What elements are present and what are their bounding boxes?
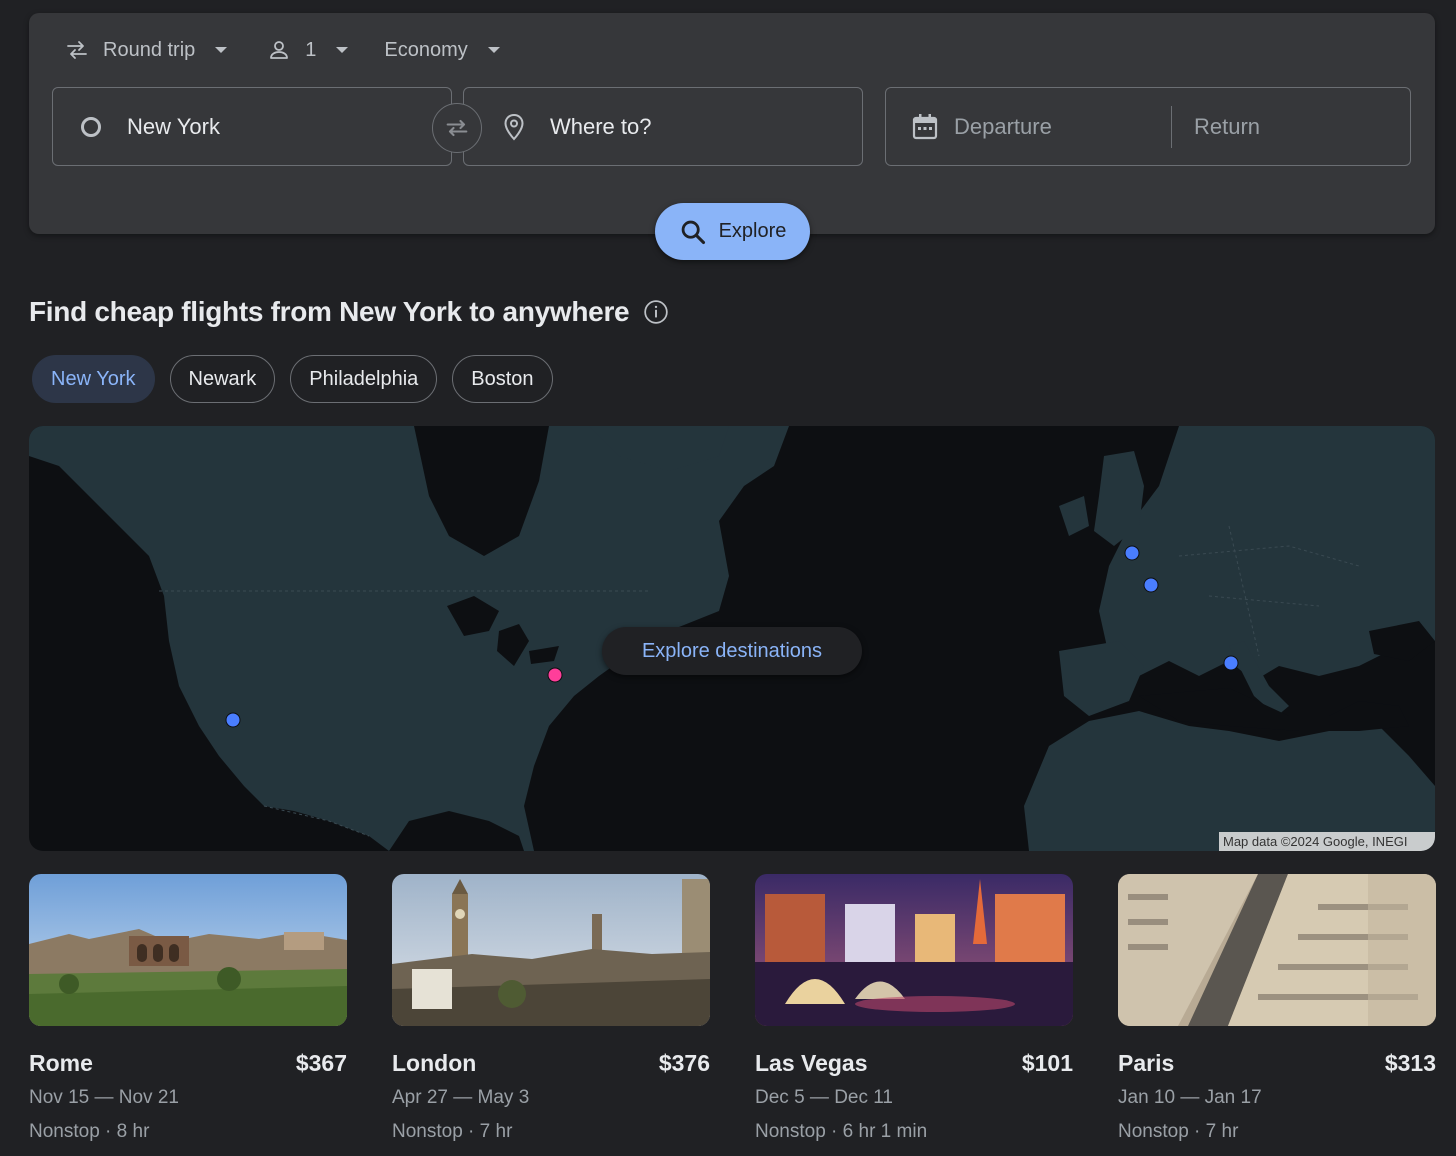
las-vegas-image <box>755 874 1073 1026</box>
chevron-down-icon <box>487 47 500 53</box>
swap-locations-button[interactable] <box>432 103 482 153</box>
card-header: Rome $367 <box>29 1050 347 1077</box>
search-panel: Round trip 1 Economy New York Where to? <box>29 13 1435 234</box>
departure-field[interactable]: Departure <box>886 88 1171 165</box>
rome-image <box>29 874 347 1026</box>
destination-cards: Rome $367 Nov 15 — Nov 21 Nonstop · 8 hr <box>29 874 1436 1143</box>
city-name: London <box>392 1050 477 1076</box>
chip-philadelphia[interactable]: Philadelphia <box>290 355 438 403</box>
explore-destinations-button[interactable]: Explore destinations <box>602 627 862 675</box>
cabin-class-select[interactable]: Economy <box>384 35 500 65</box>
trip-dates: Nov 15 — Nov 21 <box>29 1087 179 1108</box>
origin-marker-new-york <box>547 667 563 683</box>
swap-arrows-icon <box>65 38 89 62</box>
card-header: London $376 <box>392 1050 710 1077</box>
section-heading: Find cheap flights from New York to anyw… <box>29 296 669 328</box>
destination-field[interactable]: Where to? <box>463 87 863 166</box>
chevron-down-icon <box>215 47 228 53</box>
paris-image <box>1118 874 1436 1026</box>
africa-landmass <box>1024 711 1435 851</box>
destination-card-las-vegas[interactable]: Las Vegas $101 Dec 5 — Dec 11 Nonstop · … <box>755 874 1073 1143</box>
city-name: Las Vegas <box>755 1050 868 1076</box>
destinations-map[interactable]: Explore destinations Map data ©2024 Goog… <box>29 426 1435 851</box>
location-pin-icon <box>502 113 526 141</box>
info-icon[interactable] <box>643 299 669 325</box>
destination-card-london[interactable]: London $376 Apr 27 — May 3 Nonstop · 7 h… <box>392 874 710 1143</box>
search-options-row: Round trip 1 Economy <box>65 35 500 65</box>
city-name: Rome <box>29 1050 93 1076</box>
trip-dates: Apr 27 — May 3 <box>392 1087 530 1108</box>
marker-paris <box>1143 577 1159 593</box>
page-title: Find cheap flights from New York to anyw… <box>29 296 630 327</box>
marker-rome <box>1223 655 1239 671</box>
chip-new-york[interactable]: New York <box>32 355 155 403</box>
return-placeholder: Return <box>1194 113 1261 139</box>
flight-info: Nonstop · 7 hr <box>1118 1121 1239 1142</box>
trip-type-label: Round trip <box>103 38 196 61</box>
explore-label: Explore <box>718 220 787 242</box>
map-attribution: Map data ©2024 Google, INEGI <box>1219 832 1435 851</box>
price: $101 <box>1021 1050 1073 1076</box>
cabin-class-label: Economy <box>384 38 468 61</box>
departure-placeholder: Departure <box>954 113 1052 139</box>
card-header: Paris $313 <box>1118 1050 1436 1077</box>
trip-dates: Jan 10 — Jan 17 <box>1118 1087 1262 1108</box>
explore-button[interactable]: Explore <box>655 203 810 260</box>
origin-value: New York <box>127 113 220 139</box>
trip-dates: Dec 5 — Dec 11 <box>755 1087 893 1108</box>
destination-card-paris[interactable]: Paris $313 Jan 10 — Jan 17 Nonstop · 7 h… <box>1118 874 1436 1143</box>
card-header: Las Vegas $101 <box>755 1050 1073 1077</box>
flight-info: Nonstop · 8 hr <box>29 1121 150 1142</box>
chip-boston[interactable]: Boston <box>452 355 553 403</box>
price: $367 <box>295 1050 347 1076</box>
marker-las-vegas <box>225 712 241 728</box>
origin-chips: New York Newark Philadelphia Boston <box>32 355 568 403</box>
destination-card-rome[interactable]: Rome $367 Nov 15 — Nov 21 Nonstop · 8 hr <box>29 874 347 1143</box>
chip-newark[interactable]: Newark <box>169 355 276 403</box>
marker-london <box>1124 545 1140 561</box>
london-image <box>392 874 710 1026</box>
passengers-count: 1 <box>305 38 317 61</box>
price: $313 <box>1384 1050 1436 1076</box>
origin-circle-icon <box>81 116 101 137</box>
chevron-down-icon <box>336 47 349 53</box>
passengers-select[interactable]: 1 <box>267 35 349 65</box>
swap-icon <box>446 119 468 137</box>
person-icon <box>267 38 291 62</box>
origin-field[interactable]: New York <box>52 87 452 166</box>
search-icon <box>681 220 705 244</box>
return-field[interactable]: Return <box>1172 88 1260 165</box>
calendar-icon <box>912 113 938 141</box>
price: $376 <box>658 1050 710 1076</box>
destination-placeholder: Where to? <box>550 113 652 139</box>
dates-field[interactable]: Departure Return <box>885 87 1411 166</box>
flight-info: Nonstop · 7 hr <box>392 1121 513 1142</box>
city-name: Paris <box>1118 1050 1175 1076</box>
flight-info: Nonstop · 6 hr 1 min <box>755 1121 928 1142</box>
trip-type-select[interactable]: Round trip <box>65 35 228 65</box>
